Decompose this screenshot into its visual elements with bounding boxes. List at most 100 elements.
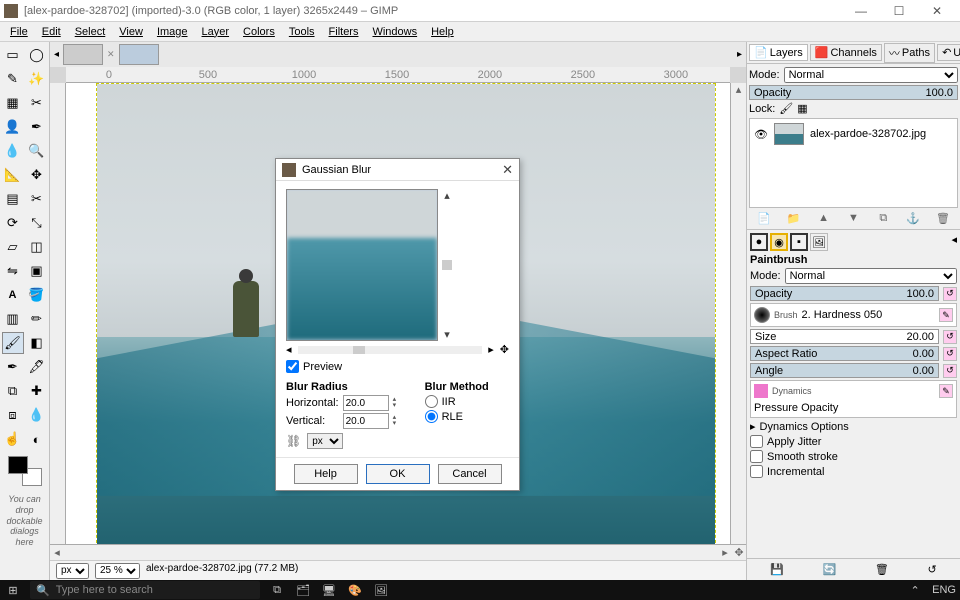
vertical-input[interactable] (343, 413, 389, 429)
angle-slider[interactable]: Angle0.00 (750, 363, 939, 378)
tool-fuzzy-select[interactable]: ✨ (26, 68, 48, 90)
task-view-icon[interactable]: ⧉ (268, 584, 286, 597)
preview-right-icon[interactable]: ▸ (488, 343, 494, 356)
menu-select[interactable]: Select (69, 24, 112, 40)
tool-ink[interactable]: 🖋 (26, 356, 48, 378)
menu-tools[interactable]: Tools (283, 24, 321, 40)
tool-eraser[interactable]: ◧ (26, 332, 48, 354)
tool-move[interactable]: ✥ (26, 164, 48, 186)
brush-edit-icon[interactable]: ✎ (939, 308, 953, 322)
reset-options-icon[interactable]: ↺ (927, 563, 936, 576)
panel-menu-icon[interactable]: ◂ (951, 233, 957, 251)
tool-foreground[interactable]: 👤 (2, 116, 24, 138)
save-options-icon[interactable]: 💾 (770, 563, 784, 576)
radio-rle[interactable]: RLE (425, 410, 489, 423)
help-button[interactable]: Help (294, 464, 358, 484)
minimize-button[interactable]: — (842, 0, 880, 22)
color-swatches[interactable] (8, 456, 42, 486)
brush-preview-icon[interactable] (754, 307, 770, 323)
preview-vscroll-thumb[interactable] (442, 260, 452, 270)
layer-name[interactable]: alex-pardoe-328702.jpg (810, 128, 926, 140)
maximize-button[interactable]: ☐ (880, 0, 918, 22)
preview-hscroll-thumb[interactable] (353, 346, 365, 354)
tray-lang[interactable]: ENG (932, 584, 956, 596)
tool-measure[interactable]: 📐 (2, 164, 24, 186)
tool-crop[interactable]: ✂ (26, 188, 48, 210)
ok-button[interactable]: OK (366, 464, 430, 484)
duplicate-layer-icon[interactable]: ⧉ (875, 212, 891, 225)
tool-clone[interactable]: ⧉ (2, 380, 24, 402)
tool-paths[interactable]: ✒ (26, 116, 48, 138)
unit-select[interactable]: px (56, 563, 89, 579)
tool-blend[interactable]: ▥ (2, 308, 24, 330)
preview-up-icon[interactable]: ▴ (444, 189, 450, 202)
menu-colors[interactable]: Colors (237, 24, 281, 40)
opacity-reset-icon[interactable]: ↺ (943, 287, 957, 301)
tool-smudge[interactable]: ☝ (2, 428, 24, 450)
dynamics-icon[interactable] (754, 384, 768, 398)
menu-file[interactable]: File (4, 24, 34, 40)
image-tab-current[interactable] (119, 44, 159, 65)
tool-perspective[interactable]: ◫ (26, 236, 48, 258)
brush-preset-3[interactable]: ▪ (790, 233, 808, 251)
horizontal-scrollbar[interactable]: ◂ ▸ ✥ (50, 544, 746, 560)
nav-move-icon[interactable]: ✥ (732, 546, 746, 559)
scroll-right-icon[interactable]: ▸ (718, 546, 732, 559)
tool-dodge[interactable]: ◐ (26, 428, 48, 450)
tool-cage[interactable]: ▣ (26, 260, 48, 282)
smooth-checkbox[interactable] (750, 450, 763, 463)
link-chain-icon[interactable]: ⛓ (286, 434, 301, 448)
tool-color-select[interactable]: ▦ (2, 92, 24, 114)
tab-paths[interactable]: 〰Paths (884, 43, 935, 63)
size-reset-icon[interactable]: ↺ (943, 330, 957, 344)
delete-options-icon[interactable]: 🗑 (875, 563, 889, 576)
tool-rotate[interactable]: ⟳ (2, 212, 24, 234)
tool-heal[interactable]: ✚ (26, 380, 48, 402)
tool-rect-select[interactable]: ▭ (2, 44, 24, 66)
preview-image[interactable] (286, 189, 438, 341)
preview-move-icon[interactable]: ✥ (500, 343, 509, 356)
menu-filters[interactable]: Filters (323, 24, 365, 40)
tab-layers[interactable]: 📄Layers (749, 44, 808, 61)
tray-up-icon[interactable]: ⌃ (906, 584, 924, 597)
tab-close-icon[interactable]: ✕ (107, 49, 115, 60)
tool-shear[interactable]: ▱ (2, 236, 24, 258)
tool-airbrush[interactable]: ✒ (2, 356, 24, 378)
unit-select-dialog[interactable]: px (307, 433, 343, 449)
lower-layer-icon[interactable]: ▼ (845, 212, 861, 225)
scroll-left-icon[interactable]: ◂ (50, 546, 64, 559)
layer-row[interactable]: 👁 alex-pardoe-328702.jpg (750, 119, 957, 149)
new-layer-icon[interactable]: 📄 (756, 212, 772, 225)
brush-mode-select[interactable]: Normal (785, 268, 957, 284)
menu-help[interactable]: Help (425, 24, 460, 40)
layer-list[interactable]: 👁 alex-pardoe-328702.jpg (749, 118, 958, 208)
menu-image[interactable]: Image (151, 24, 194, 40)
angle-reset-icon[interactable]: ↺ (943, 364, 957, 378)
preview-checkbox[interactable] (286, 360, 299, 373)
dialog-close-button[interactable]: ✕ (502, 162, 513, 178)
tool-text[interactable]: A (2, 284, 24, 306)
tool-align[interactable]: ▤ (2, 188, 24, 210)
tool-color-picker[interactable]: 💧 (2, 140, 24, 162)
brush-preset-4[interactable]: 🖼 (810, 233, 828, 251)
lock-pixels-icon[interactable]: 🖌 (779, 102, 793, 115)
image-tab-blank[interactable] (63, 44, 103, 65)
tab-arrow-left[interactable]: ◂ (54, 49, 59, 60)
taskbar-app-3[interactable]: 🎨 (346, 584, 364, 597)
taskbar-app-2[interactable]: 🖥 (320, 584, 338, 597)
lock-alpha-icon[interactable]: ▦ (797, 102, 807, 115)
layer-opacity-slider[interactable]: Opacity 100.0 (749, 85, 958, 100)
new-group-icon[interactable]: 📁 (786, 212, 802, 225)
menu-view[interactable]: View (113, 24, 149, 40)
brush-preset-2[interactable]: ◉ (770, 233, 788, 251)
zoom-select[interactable]: 25 % (95, 563, 140, 579)
tab-arrow-right[interactable]: ▸ (737, 49, 742, 60)
taskbar-search[interactable]: 🔍 Type here to search (30, 581, 260, 599)
start-button[interactable]: ⊞ (4, 584, 22, 597)
tool-zoom[interactable]: 🔍 (26, 140, 48, 162)
scroll-up-icon[interactable]: ▴ (731, 83, 746, 96)
tool-perspective-clone[interactable]: ⧈ (2, 404, 24, 426)
foreground-color[interactable] (8, 456, 28, 474)
tool-blur[interactable]: 💧 (26, 404, 48, 426)
close-button[interactable]: ✕ (918, 0, 956, 22)
